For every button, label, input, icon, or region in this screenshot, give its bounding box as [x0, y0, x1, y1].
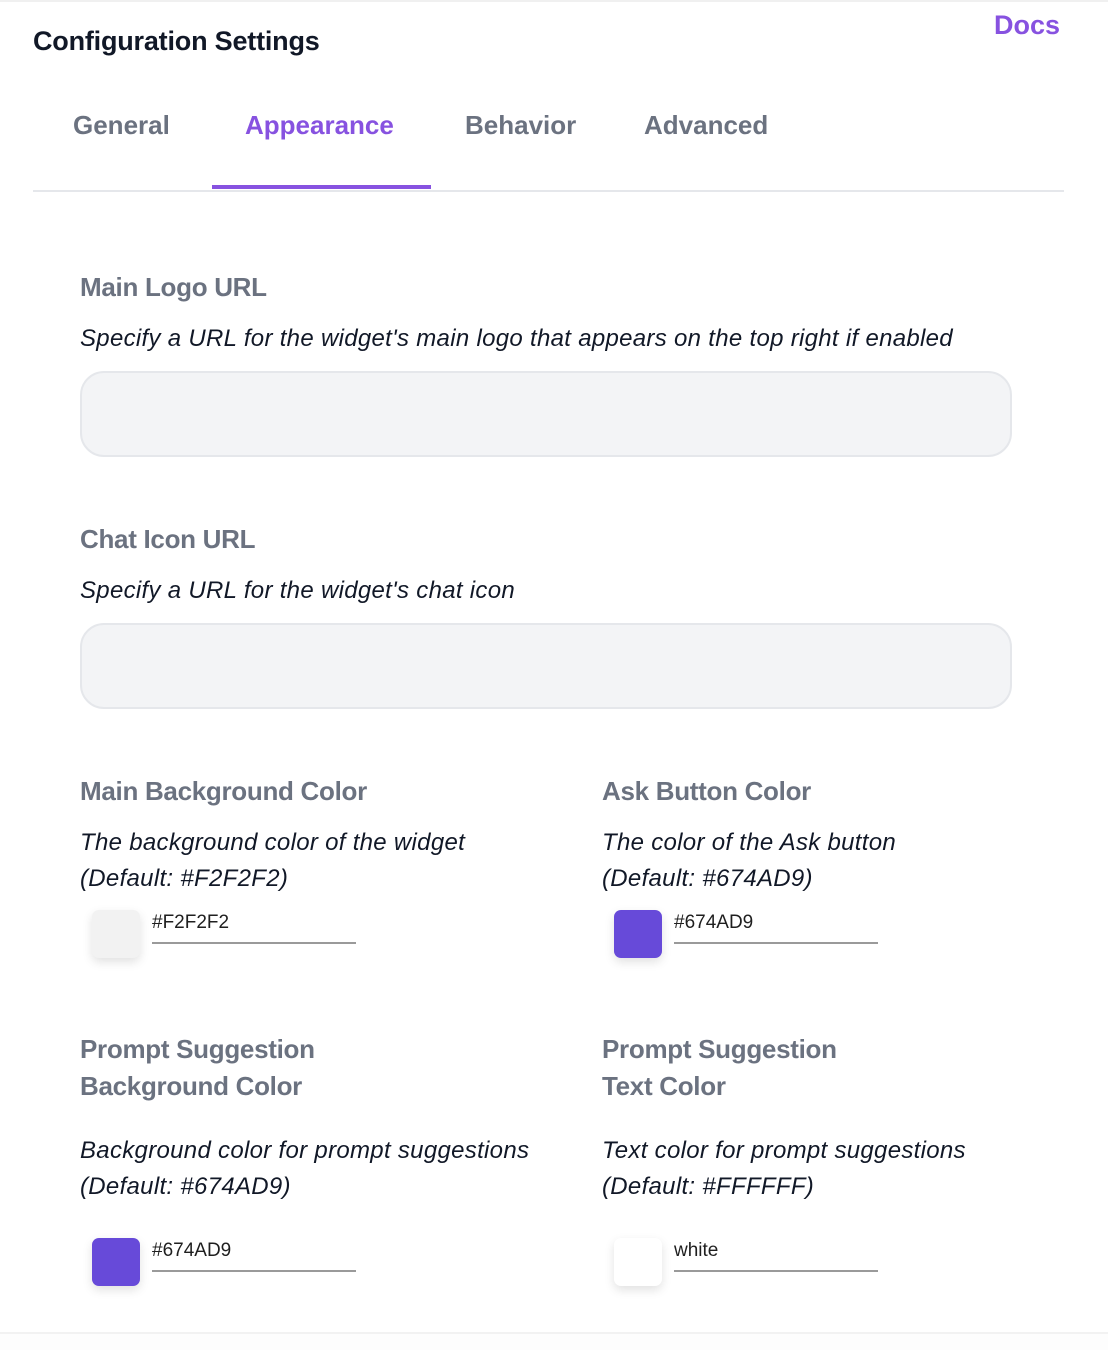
tab-bar: General Appearance Behavior Advanced [33, 100, 1064, 192]
main-bg-color-description: The background color of the widget [80, 829, 466, 856]
ask-button-color-description: The color of the Ask button [602, 829, 897, 856]
prompt-bg-color-input[interactable]: #674AD9 [152, 1236, 356, 1272]
prompt-text-color-label-line2: Text Color [602, 1071, 726, 1101]
ask-button-color-input[interactable]: #674AD9 [674, 908, 878, 944]
ask-button-color-default: (Default: #674AD9) [602, 865, 813, 892]
main-logo-url-description: Specify a URL for the widget's main logo… [80, 325, 953, 352]
main-bg-color-label: Main Background Color [80, 776, 367, 806]
top-border [0, 0, 1108, 2]
prompt-text-color-default: (Default: #FFFFFF) [602, 1173, 815, 1200]
tab-general[interactable]: General [73, 110, 170, 141]
chat-icon-url-input[interactable] [80, 623, 1012, 709]
active-tab-indicator [212, 185, 431, 189]
chat-icon-url-description: Specify a URL for the widget's chat icon [80, 577, 516, 604]
prompt-text-color-input[interactable]: white [674, 1236, 878, 1272]
tab-appearance[interactable]: Appearance [245, 110, 394, 141]
prompt-bg-color-description: Background color for prompt suggestions [80, 1137, 530, 1164]
prompt-bg-color-label-line1: Prompt Suggestion [80, 1034, 315, 1064]
prompt-text-color-swatch[interactable] [614, 1238, 662, 1286]
prompt-bg-color-swatch[interactable] [92, 1238, 140, 1286]
main-bg-color-input[interactable]: #F2F2F2 [152, 908, 356, 944]
chat-icon-url-label: Chat Icon URL [80, 524, 256, 554]
tab-advanced[interactable]: Advanced [644, 110, 768, 141]
prompt-bg-color-default: (Default: #674AD9) [80, 1173, 291, 1200]
main-logo-url-input[interactable] [80, 371, 1012, 457]
prompt-bg-color-label-line2: Background Color [80, 1071, 302, 1101]
ask-button-color-swatch[interactable] [614, 910, 662, 958]
page-title: Configuration Settings [33, 26, 320, 56]
main-logo-url-label: Main Logo URL [80, 272, 267, 302]
tab-behavior[interactable]: Behavior [465, 110, 576, 141]
docs-link[interactable]: Docs [994, 10, 1060, 41]
ask-button-color-label: Ask Button Color [602, 776, 811, 806]
prompt-text-color-description: Text color for prompt suggestions [602, 1137, 966, 1164]
main-bg-color-swatch[interactable] [92, 910, 140, 958]
footer-area [0, 1334, 1108, 1350]
main-bg-color-default: (Default: #F2F2F2) [80, 865, 289, 892]
prompt-text-color-label-line1: Prompt Suggestion [602, 1034, 837, 1064]
